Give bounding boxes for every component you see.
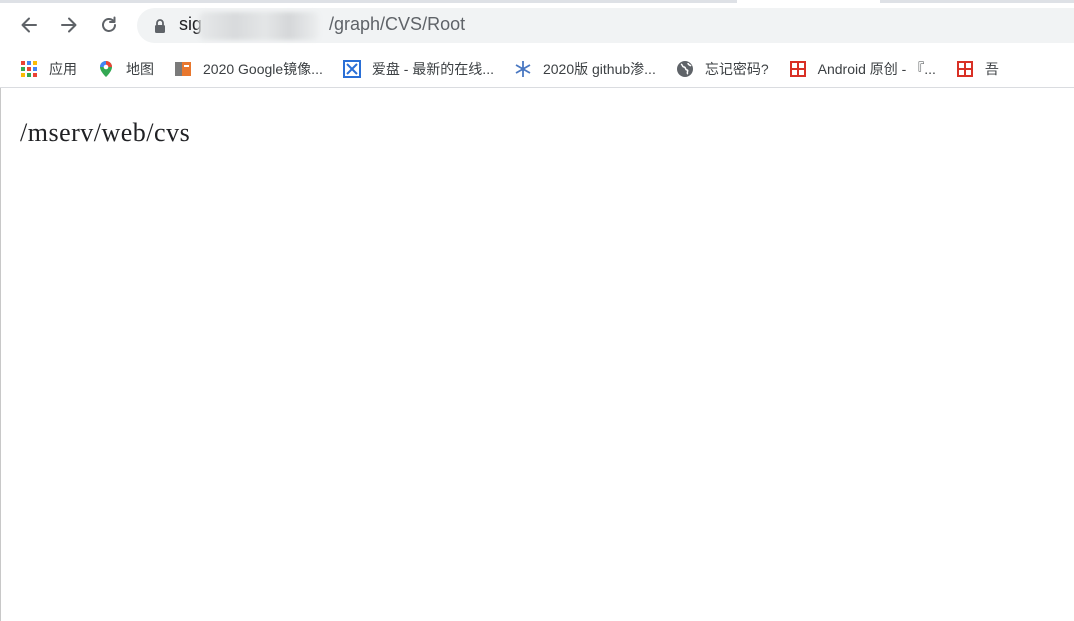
bookmark-label: 爱盘 - 最新的在线... [371, 60, 494, 77]
arrow-left-icon [21, 17, 37, 33]
snowflake-icon [514, 60, 532, 78]
bookmark-forgot-password[interactable]: 忘记密码? [676, 55, 769, 83]
red-seal-icon [956, 60, 974, 78]
bookmark-android[interactable]: Android 原创 - 『... [789, 55, 936, 83]
address-bar[interactable]: sig/graph/CVS/Root [137, 8, 1074, 43]
red-seal-icon [789, 60, 807, 78]
bookmark-label: 地图 [126, 60, 154, 77]
book-orange-icon [174, 60, 192, 78]
page-body-text: /mserv/web/cvs [20, 118, 191, 147]
bookmark-apps[interactable]: 应用 [20, 55, 77, 83]
url-redaction-blur [199, 12, 319, 40]
arrow-right-icon [61, 17, 77, 33]
tab-strip-edge-right [880, 0, 1074, 3]
lock-icon [155, 19, 165, 33]
bookmark-maps[interactable]: 地图 [97, 55, 154, 83]
bookmark-google-mirror[interactable]: 2020 Google镜像... [174, 55, 323, 83]
bookmark-truncated[interactable]: 吾 [956, 55, 999, 83]
back-button[interactable] [13, 9, 45, 41]
bookmark-github[interactable]: 2020版 github渗... [514, 55, 656, 83]
bookmark-label: 吾 [984, 60, 999, 77]
apps-grid-icon [20, 60, 38, 78]
url-path: /graph/CVS/Root [329, 14, 466, 34]
bookmark-aipan[interactable]: 爱盘 - 最新的在线... [342, 55, 494, 83]
tab-strip-edge [0, 0, 737, 3]
bookmark-label: 应用 [49, 60, 77, 77]
blue-x-icon [342, 59, 361, 78]
window-left-edge [0, 0, 1, 621]
bookmark-label: 忘记密码? [704, 60, 769, 77]
bookmark-label: 2020版 github渗... [542, 60, 656, 77]
forward-button[interactable] [53, 9, 85, 41]
bookmark-label: 2020 Google镜像... [203, 60, 323, 77]
bookmarks-bar: 应用 地图 2020 Google镜像... 爱盘 - 最新的在线... 202… [0, 50, 1074, 88]
bookmark-label: Android 原创 - 『... [817, 60, 936, 77]
reload-button[interactable] [93, 9, 125, 41]
browser-toolbar: sig/graph/CVS/Root [0, 0, 1074, 50]
reload-icon [102, 16, 116, 32]
globe-icon [676, 60, 694, 78]
maps-pin-icon [97, 60, 115, 78]
